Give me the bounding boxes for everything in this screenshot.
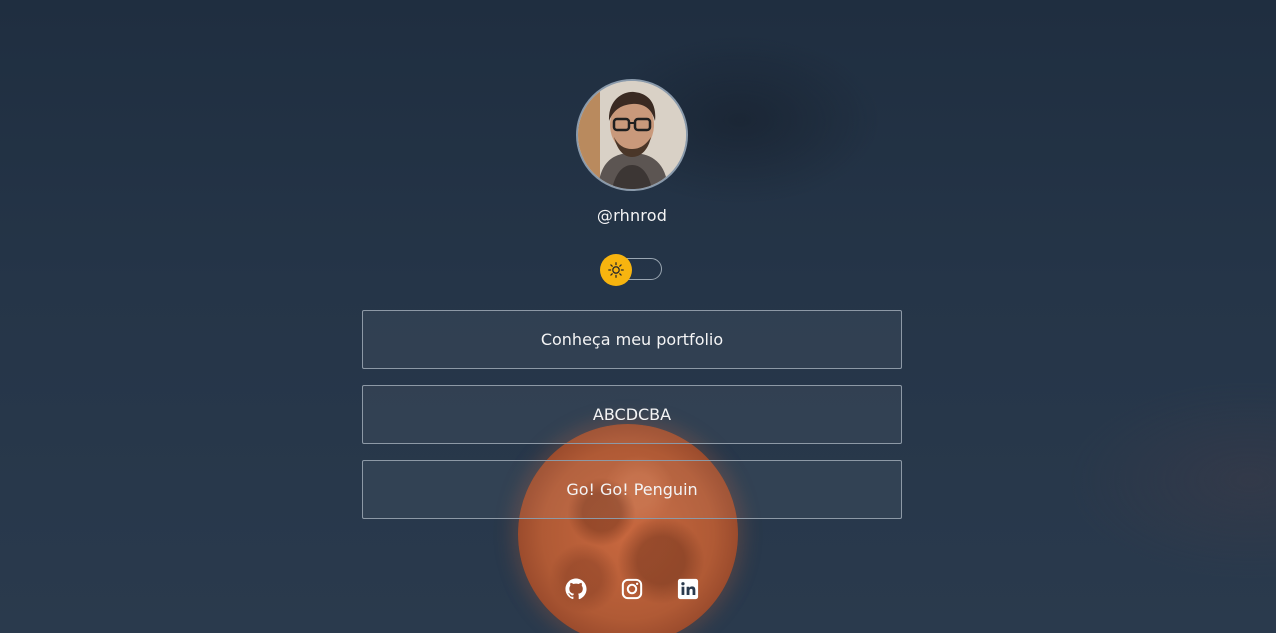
instagram-icon xyxy=(621,578,643,600)
github-link[interactable] xyxy=(562,575,590,603)
sun-icon xyxy=(608,262,624,278)
linkedin-icon xyxy=(677,578,699,600)
instagram-link[interactable] xyxy=(618,575,646,603)
github-icon xyxy=(565,578,587,600)
linkedin-link[interactable] xyxy=(674,575,702,603)
username-handle: @rhnrod xyxy=(596,206,668,225)
link-list: Conheça meu portfolio ABCDCBA Go! Go! Pe… xyxy=(362,310,902,535)
toggle-knob[interactable] xyxy=(600,254,632,286)
avatar xyxy=(576,79,688,191)
link-button-abcdcba[interactable]: ABCDCBA xyxy=(362,385,902,444)
social-links xyxy=(562,575,702,603)
link-button-portfolio[interactable]: Conheça meu portfolio xyxy=(362,310,902,369)
theme-toggle[interactable] xyxy=(600,254,664,286)
avatar-photo xyxy=(578,81,686,189)
link-button-go-go-penguin[interactable]: Go! Go! Penguin xyxy=(362,460,902,519)
